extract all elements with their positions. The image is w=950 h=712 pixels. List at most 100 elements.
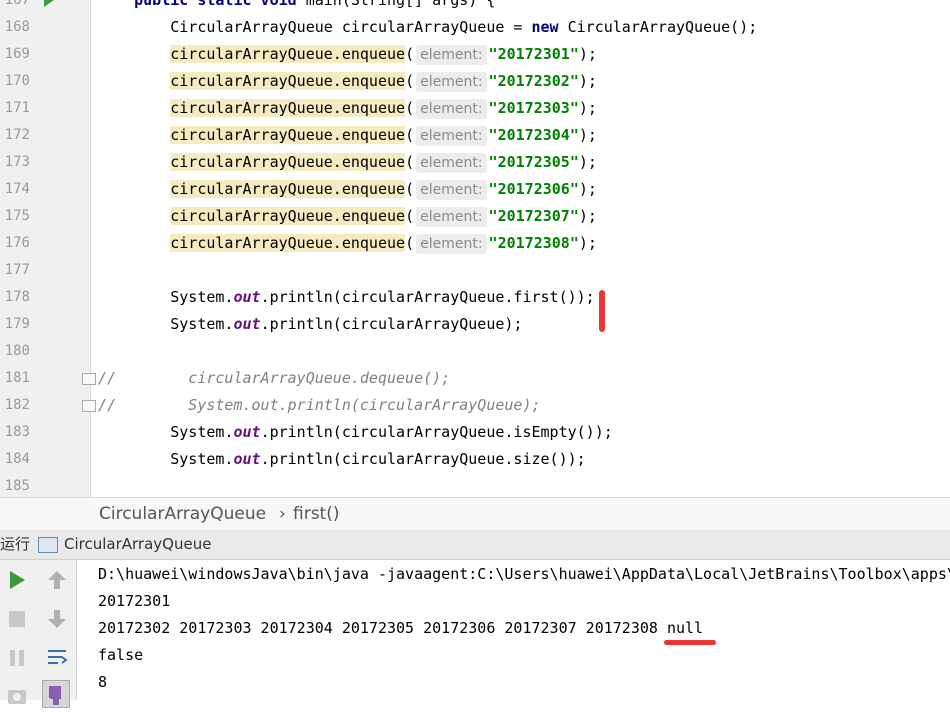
code-text: // System.out.println(circularArrayQueue…	[98, 396, 541, 414]
run-gutter-icon[interactable]	[44, 0, 54, 7]
highlighted-call: circularArrayQueue.enqueue	[170, 126, 406, 144]
code-text: System.out.println(circularArrayQueue);	[98, 315, 523, 333]
stop-icon	[9, 611, 25, 627]
run-toolbar	[0, 560, 77, 708]
scroll-to-end-icon	[49, 686, 62, 705]
parameter-hint: element:	[416, 126, 487, 146]
string-literal: "20172306"	[488, 180, 579, 198]
play-icon	[10, 571, 25, 589]
code-text: public static void main(String[] args) {	[134, 0, 496, 9]
code-line[interactable]: 177	[0, 257, 950, 284]
string-literal: "20172302"	[488, 72, 579, 90]
pause-button[interactable]	[4, 645, 30, 671]
highlighted-call: circularArrayQueue.enqueue	[170, 99, 406, 117]
code-line[interactable]: 170 circularArrayQueue.enqueue(element: "…	[0, 68, 950, 95]
code-line[interactable]: 184 System.out.println(circularArrayQueu…	[0, 446, 950, 473]
string-literal: "20172308"	[488, 234, 579, 252]
line-number: 167	[4, 0, 30, 8]
code-line[interactable]: 180	[0, 338, 950, 365]
code-text: System.out.println(circularArrayQueue.fi…	[98, 288, 595, 306]
line-number: 178	[4, 289, 30, 305]
parameter-hint: element:	[416, 45, 487, 65]
code-line[interactable]: 174 circularArrayQueue.enqueue(element: "…	[0, 176, 950, 203]
code-text: circularArrayQueue.enqueue(element: "2017…	[170, 207, 597, 227]
breadcrumb: CircularArrayQueue › first()	[0, 497, 950, 531]
fold-marker-icon[interactable]	[82, 373, 96, 385]
stop-button[interactable]	[4, 606, 30, 632]
camera-icon	[8, 690, 26, 704]
string-literal: "20172301"	[488, 45, 579, 63]
line-number: 177	[4, 262, 30, 278]
run-config-tab[interactable]: CircularArrayQueue	[64, 530, 211, 559]
line-number: 174	[4, 181, 30, 197]
console-line: false	[98, 646, 144, 664]
breadcrumb-separator-icon: ›	[279, 504, 286, 524]
scroll-down-button[interactable]	[44, 606, 70, 632]
camera-button[interactable]	[4, 682, 30, 708]
line-number: 173	[4, 154, 30, 170]
red-annotation-mark	[599, 290, 605, 332]
code-line[interactable]: 185	[0, 473, 950, 497]
fold-marker-icon[interactable]	[82, 400, 96, 412]
console-line: D:\huawei\windowsJava\bin\java -javaagen…	[98, 565, 950, 583]
console-line: 20172301	[98, 592, 171, 610]
code-line[interactable]: 179 System.out.println(circularArrayQueu…	[0, 311, 950, 338]
code-line[interactable]: 176 circularArrayQueue.enqueue(element: "…	[0, 230, 950, 257]
line-number: 172	[4, 127, 30, 143]
arrow-up-icon	[48, 571, 66, 589]
code-line[interactable]: 178 System.out.println(circularArrayQueu…	[0, 284, 950, 311]
code-text: System.out.println(circularArrayQueue.is…	[98, 423, 613, 441]
code-text: CircularArrayQueue circularArrayQueue = …	[98, 18, 758, 36]
highlighted-call: circularArrayQueue.enqueue	[170, 180, 406, 198]
highlighted-call: circularArrayQueue.enqueue	[170, 72, 406, 90]
string-literal: "20172303"	[488, 99, 579, 117]
console-line: 8	[98, 673, 108, 691]
line-number: 176	[4, 235, 30, 251]
line-number: 185	[4, 478, 30, 494]
code-line[interactable]: 181 // circularArrayQueue.dequeue();	[0, 365, 950, 392]
console-output[interactable]: D:\huawei\windowsJava\bin\java -javaagen…	[77, 560, 950, 700]
code-line[interactable]: 182 // System.out.println(circularArrayQu…	[0, 392, 950, 419]
line-number: 184	[4, 451, 30, 467]
scroll-to-end-button[interactable]	[42, 680, 70, 708]
code-text: circularArrayQueue.enqueue(element: "2017…	[170, 153, 597, 173]
code-line[interactable]: 183 System.out.println(circularArrayQueu…	[0, 419, 950, 446]
parameter-hint: element:	[416, 207, 487, 227]
line-number: 183	[4, 424, 30, 440]
code-text: circularArrayQueue.enqueue(element: "2017…	[170, 72, 597, 92]
breadcrumb-class[interactable]: CircularArrayQueue	[99, 498, 266, 530]
code-text: // circularArrayQueue.dequeue();	[98, 369, 451, 387]
code-text: circularArrayQueue.enqueue(element: "2017…	[170, 126, 597, 146]
line-number: 175	[4, 208, 30, 224]
code-text: circularArrayQueue.enqueue(element: "2017…	[170, 45, 597, 65]
line-number: 169	[4, 46, 30, 62]
code-editor[interactable]: 167 public static void main(String[] arg…	[0, 0, 950, 497]
code-line[interactable]: 167 public static void main(String[] arg…	[0, 0, 950, 14]
code-text: System.out.println(circularArrayQueue.si…	[98, 450, 586, 468]
breadcrumb-method[interactable]: first()	[293, 498, 339, 530]
string-literal: "20172304"	[488, 126, 579, 144]
highlighted-call: circularArrayQueue.enqueue	[170, 45, 406, 63]
run-panel-label: 运行	[0, 535, 31, 553]
highlighted-call: circularArrayQueue.enqueue	[170, 207, 406, 225]
code-line[interactable]: 175 circularArrayQueue.enqueue(element: "…	[0, 203, 950, 230]
code-text: circularArrayQueue.enqueue(element: "2017…	[170, 234, 597, 254]
code-line[interactable]: 173 circularArrayQueue.enqueue(element: "…	[0, 149, 950, 176]
red-annotation-underline	[664, 640, 716, 645]
code-line[interactable]: 169 circularArrayQueue.enqueue(element: "…	[0, 41, 950, 68]
run-config-icon	[38, 537, 58, 553]
highlighted-call: circularArrayQueue.enqueue	[170, 234, 406, 252]
arrow-down-icon	[48, 610, 66, 628]
parameter-hint: element:	[416, 234, 487, 254]
parameter-hint: element:	[416, 180, 487, 200]
rerun-button[interactable]	[4, 567, 30, 593]
pause-icon	[10, 650, 24, 666]
scroll-up-button[interactable]	[44, 567, 70, 593]
string-literal: "20172305"	[488, 153, 579, 171]
code-line[interactable]: 171 circularArrayQueue.enqueue(element: "…	[0, 95, 950, 122]
code-line[interactable]: 168 CircularArrayQueue circularArrayQueu…	[0, 14, 950, 41]
code-line[interactable]: 172 circularArrayQueue.enqueue(element: "…	[0, 122, 950, 149]
line-number: 168	[4, 19, 30, 35]
soft-wrap-button[interactable]	[44, 645, 70, 671]
code-text: circularArrayQueue.enqueue(element: "2017…	[170, 180, 597, 200]
